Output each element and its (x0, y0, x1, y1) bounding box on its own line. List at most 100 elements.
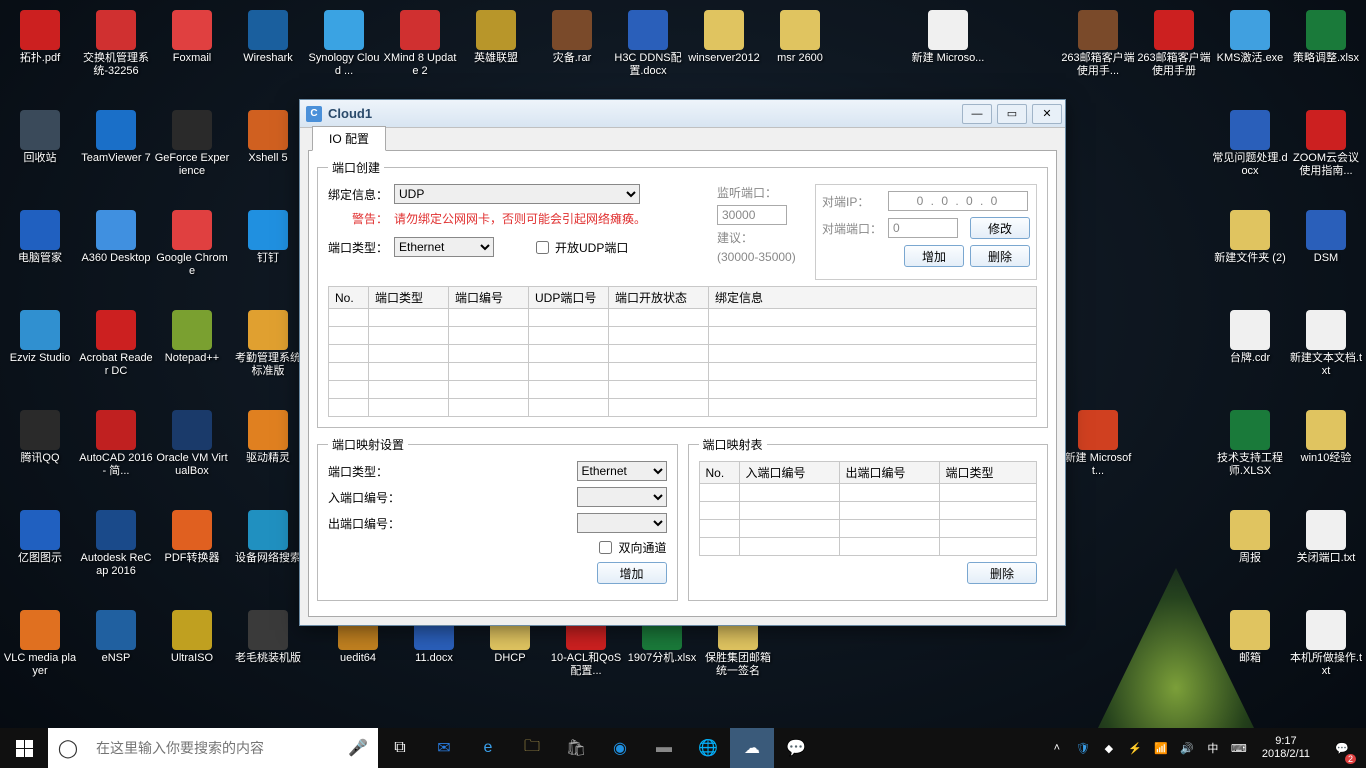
desktop-icon[interactable]: H3C DDNS配置.docx (610, 10, 686, 78)
desktop-icon[interactable]: KMS激活.exe (1212, 10, 1288, 65)
desktop-icon[interactable]: win10经验 (1288, 410, 1364, 465)
desktop-icon[interactable]: Wireshark (230, 10, 306, 65)
desktop-icon[interactable]: AutoCAD 2016 - 简... (78, 410, 154, 478)
desktop-icon[interactable]: XMind 8 Update 2 (382, 10, 458, 78)
notification-button[interactable]: 💬 2 (1324, 728, 1360, 768)
desktop-icon[interactable]: 钉钉 (230, 210, 306, 265)
out-port-select[interactable] (577, 513, 667, 533)
task-view-icon[interactable]: ⧉ (378, 728, 422, 768)
desktop-icon[interactable]: 驱动精灵 (230, 410, 306, 465)
desktop-icon[interactable]: Xshell 5 (230, 110, 306, 165)
tray-keyboard-icon[interactable]: ⌨ (1230, 742, 1248, 755)
maximize-button[interactable]: ▭ (997, 104, 1027, 124)
desktop-icon[interactable]: 回收站 (2, 110, 78, 165)
port-map-table[interactable]: No.入端口编号出端口编号端口类型 (699, 461, 1038, 556)
desktop-icon[interactable]: Autodesk ReCap 2016 (78, 510, 154, 578)
table-row[interactable] (329, 309, 1037, 327)
desktop-icon[interactable]: Synology Cloud ... (306, 10, 382, 78)
tray-app-icon[interactable]: ◆ (1100, 742, 1118, 755)
taskbar-dingtalk[interactable]: ◉ (598, 728, 642, 768)
desktop-icon[interactable]: 拓扑.pdf (2, 10, 78, 65)
modify-button[interactable]: 修改 (970, 217, 1030, 239)
desktop-icon[interactable]: 常见问题处理.docx (1212, 110, 1288, 178)
peer-ip-input[interactable] (888, 191, 1028, 211)
cortana-icon[interactable]: ◯ (48, 738, 88, 759)
desktop-icon[interactable]: 台牌.cdr (1212, 310, 1288, 365)
desktop-icon[interactable]: 周报 (1212, 510, 1288, 565)
desktop-icon[interactable]: 新建文本文档.txt (1288, 310, 1364, 378)
desktop-icon[interactable]: TeamViewer 7 (78, 110, 154, 165)
desktop-icon[interactable]: msr 2600 (762, 10, 838, 65)
desktop-icon[interactable]: 技术支持工程师.XLSX (1212, 410, 1288, 478)
desktop-icon[interactable]: Notepad++ (154, 310, 230, 365)
start-button[interactable] (0, 728, 48, 768)
desktop-icon[interactable]: 电脑管家 (2, 210, 78, 265)
desktop-icon[interactable]: DSM (1288, 210, 1364, 265)
desktop-icon[interactable]: 新建文件夹 (2) (1212, 210, 1288, 265)
taskbar-clock[interactable]: 9:17 2018/2/11 (1256, 735, 1316, 761)
table-row[interactable] (329, 345, 1037, 363)
tray-ime[interactable]: 中 (1204, 740, 1222, 756)
tray-chevron-up-icon[interactable]: ˄ (1048, 742, 1066, 754)
desktop-icon[interactable]: 亿图图示 (2, 510, 78, 565)
map-delete-button[interactable]: 删除 (967, 562, 1037, 584)
desktop-icon[interactable]: 考勤管理系统标准版 (230, 310, 306, 378)
desktop-icon[interactable]: Foxmail (154, 10, 230, 65)
map-port-type-select[interactable]: Ethernet (577, 461, 667, 481)
taskbar-store[interactable]: 🛍 (554, 728, 598, 768)
port-table[interactable]: No.端口类型端口编号UDP端口号端口开放状态绑定信息 (328, 286, 1037, 417)
in-port-select[interactable] (577, 487, 667, 507)
listen-port-input[interactable] (717, 205, 787, 225)
taskbar-edge[interactable]: e (466, 728, 510, 768)
desktop-icon[interactable]: winserver2012 (686, 10, 762, 65)
add-port-button[interactable]: 增加 (904, 245, 964, 267)
desktop-icon[interactable]: Oracle VM VirtualBox (154, 410, 230, 478)
desktop-icon[interactable]: 设备网络搜索 (230, 510, 306, 565)
desktop-icon[interactable]: 本机所做操作.txt (1288, 610, 1364, 678)
desktop-icon[interactable]: 英雄联盟 (458, 10, 534, 65)
desktop-icon[interactable]: 交换机管理系统-32256 (78, 10, 154, 78)
taskbar-chrome[interactable]: 🌐 (686, 728, 730, 768)
desktop-icon[interactable]: 263邮箱客户端使用手册 (1136, 10, 1212, 78)
desktop-icon[interactable]: Google Chrome (154, 210, 230, 278)
desktop-icon[interactable]: Ezviz Studio (2, 310, 78, 365)
peer-port-input[interactable] (888, 218, 958, 238)
desktop-icon[interactable]: Acrobat Reader DC (78, 310, 154, 378)
tray-volume-icon[interactable]: 🔊 (1178, 742, 1196, 755)
desktop-icon[interactable]: UltraISO (154, 610, 230, 665)
desktop-icon[interactable]: 新建 Microso... (910, 10, 986, 65)
desktop-icon[interactable]: 策略调整.xlsx (1288, 10, 1364, 65)
desktop-icon[interactable]: 关闭端口.txt (1288, 510, 1364, 565)
title-bar[interactable]: C Cloud1 — ▭ ✕ (300, 100, 1065, 128)
desktop-icon[interactable]: ZOOM云会议使用指南... (1288, 110, 1364, 178)
port-type-select[interactable]: Ethernet (394, 237, 494, 257)
desktop-icon[interactable]: 新建 Microsoft... (1060, 410, 1136, 478)
table-row[interactable] (329, 381, 1037, 399)
bidirectional-checkbox[interactable] (599, 541, 612, 554)
bind-info-select[interactable]: UDP (394, 184, 640, 204)
tray-network-icon[interactable]: ⚡ (1126, 742, 1144, 755)
close-button[interactable]: ✕ (1032, 104, 1062, 124)
mic-icon[interactable]: 🎤 (338, 738, 378, 758)
taskbar-explorer[interactable]: 🗀 (510, 728, 554, 768)
table-row[interactable] (699, 502, 1037, 520)
map-add-button[interactable]: 增加 (597, 562, 667, 584)
taskbar-app1[interactable]: ▬ (642, 728, 686, 768)
taskbar-wechat[interactable]: 💬 (774, 728, 818, 768)
tray-shield-icon[interactable]: 🛡 (1074, 742, 1092, 755)
desktop-icon[interactable]: eNSP (78, 610, 154, 665)
taskbar-cloud1[interactable]: ☁ (730, 728, 774, 768)
taskbar-outlook[interactable]: ✉ (422, 728, 466, 768)
desktop-icon[interactable]: 邮箱 (1212, 610, 1288, 665)
desktop-icon[interactable]: 腾讯QQ (2, 410, 78, 465)
tab-io-config[interactable]: IO 配置 (312, 126, 386, 151)
open-udp-checkbox[interactable] (536, 241, 549, 254)
desktop-icon[interactable]: VLC media player (2, 610, 78, 678)
table-row[interactable] (699, 538, 1037, 556)
desktop-icon[interactable]: 灾备.rar (534, 10, 610, 65)
search-input[interactable] (88, 728, 338, 768)
delete-port-button[interactable]: 删除 (970, 245, 1030, 267)
table-row[interactable] (329, 363, 1037, 381)
tray-wifi-icon[interactable]: 📶 (1152, 742, 1170, 755)
desktop-icon[interactable]: GeForce Experience (154, 110, 230, 178)
